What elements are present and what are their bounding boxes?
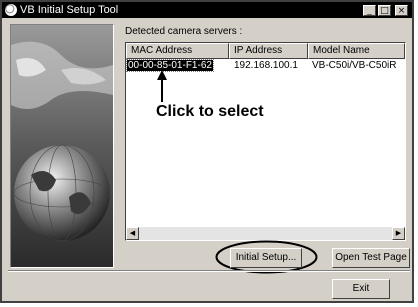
horizontal-scrollbar[interactable]: ◀ ▶ — [126, 227, 405, 240]
column-header-ip[interactable]: IP Address — [229, 43, 308, 59]
detected-servers-label: Detected camera servers : — [125, 26, 243, 37]
app-icon — [5, 4, 17, 16]
click-to-select-annotation: Click to select — [156, 103, 264, 120]
setup-window: VB Initial Setup Tool _ □ × Detected cam… — [0, 0, 414, 303]
globe-image — [10, 24, 114, 268]
open-test-page-button[interactable]: Open Test Page — [332, 248, 410, 268]
scroll-left-icon[interactable]: ◀ — [126, 227, 139, 240]
mac-address-cell[interactable]: 00-00-85-01-F1-62 — [126, 59, 214, 72]
up-arrow-icon — [157, 70, 167, 102]
separator-line — [8, 270, 410, 272]
minimize-button[interactable]: _ — [363, 4, 376, 16]
maximize-button[interactable]: □ — [378, 4, 391, 16]
title-bar[interactable]: VB Initial Setup Tool _ □ × — [2, 2, 412, 18]
window-title: VB Initial Setup Tool — [20, 4, 119, 16]
column-header-model[interactable]: Model Name — [308, 43, 405, 59]
scroll-track[interactable] — [139, 227, 392, 240]
globe-graphic — [11, 25, 113, 267]
initial-setup-button[interactable]: Initial Setup... — [230, 248, 302, 268]
list-header: MAC Address IP Address Model Name — [126, 43, 405, 59]
column-header-mac[interactable]: MAC Address — [126, 43, 229, 59]
close-button[interactable]: × — [395, 4, 408, 16]
scroll-right-icon[interactable]: ▶ — [392, 227, 405, 240]
ip-address-cell: 192.168.100.1 — [234, 60, 298, 71]
model-name-cell: VB-C50i/VB-C50iR — [312, 60, 397, 71]
exit-button[interactable]: Exit — [332, 279, 390, 299]
